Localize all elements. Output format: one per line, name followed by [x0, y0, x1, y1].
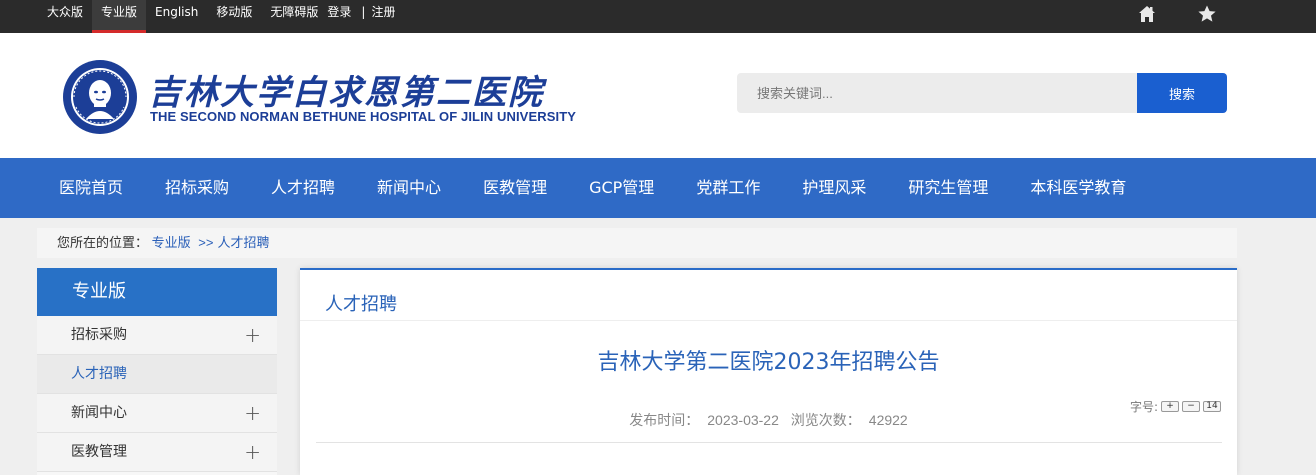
expand-plus-icon[interactable]: +	[244, 433, 261, 472]
top-link-public[interactable]: 大众版	[38, 0, 92, 33]
sidebar-item-procurement[interactable]: 招标采购 +	[37, 316, 277, 355]
meta-divider	[316, 442, 1222, 443]
top-link-english[interactable]: English	[146, 0, 207, 33]
login-separator: |	[361, 5, 366, 19]
nav-item-undergraduate[interactable]: 本科医学教育	[1009, 158, 1147, 218]
login-link[interactable]: 登录	[327, 0, 355, 33]
sidebar-item-label: 人才招聘	[71, 366, 127, 382]
top-link-accessible[interactable]: 无障碍版	[261, 0, 327, 33]
nav-item-recruitment[interactable]: 人才招聘	[250, 158, 356, 218]
nav-item-party[interactable]: 党群工作	[675, 158, 781, 218]
breadcrumb-prefix: 您所在的位置：	[57, 235, 149, 250]
nav-item-home[interactable]: 医院首页	[38, 158, 144, 218]
section-title: 人才招聘	[325, 294, 397, 315]
top-link-mobile[interactable]: 移动版	[207, 0, 261, 33]
article-panel: 人才招聘 吉林大学第二医院2023年招聘公告 字号: + − 14 发布时间： 2…	[300, 268, 1237, 475]
home-icon[interactable]	[1137, 4, 1157, 24]
breadcrumb-recruitment[interactable]: 人才招聘	[217, 235, 269, 250]
article-title: 吉林大学第二医院2023年招聘公告	[597, 350, 940, 375]
main-nav: 医院首页 招标采购 人才招聘 新闻中心 医教管理 GCP管理 党群工作 护理风采…	[0, 158, 1316, 218]
nav-item-nursing[interactable]: 护理风采	[781, 158, 887, 218]
sidebar-item-label: 新闻中心	[71, 405, 127, 421]
publish-date: 2023-03-22	[707, 412, 779, 428]
hospital-logo[interactable]: 吉林大学白求恩第二医院 THE SECOND NORMAN BETHUNE HO…	[60, 57, 576, 139]
breadcrumb: 您所在的位置： 专业版 >> 人才招聘	[37, 228, 1237, 258]
top-bar: 大众版 专业版 English 移动版 无障碍版 登录 | 注册	[0, 0, 1316, 33]
sidebar-item-medical-education[interactable]: 医教管理 +	[37, 433, 277, 472]
breadcrumb-professional[interactable]: 专业版	[152, 235, 191, 250]
section-divider	[300, 320, 1237, 321]
logo-chinese-name: 吉林大学白求恩第二医院	[148, 73, 544, 113]
nav-item-graduate[interactable]: 研究生管理	[887, 158, 1009, 218]
top-links: 大众版 专业版 English 移动版 无障碍版 登录 | 注册	[38, 0, 395, 33]
register-link[interactable]: 注册	[371, 0, 395, 33]
expand-plus-icon[interactable]: +	[244, 394, 261, 433]
breadcrumb-separator: >>	[198, 235, 214, 250]
site-header: 吉林大学白求恩第二医院 THE SECOND NORMAN BETHUNE HO…	[0, 33, 1316, 158]
search-input[interactable]	[737, 73, 1137, 113]
hospital-emblem-icon	[63, 60, 137, 134]
nav-item-medical-education[interactable]: 医教管理	[462, 158, 568, 218]
logo-english-name: THE SECOND NORMAN BETHUNE HOSPITAL OF JI…	[150, 109, 577, 124]
sidebar-item-recruitment[interactable]: 人才招聘	[37, 355, 277, 394]
sidebar-item-label: 招标采购	[71, 327, 127, 343]
search-button[interactable]: 搜索	[1137, 73, 1227, 113]
expand-plus-icon[interactable]: +	[244, 316, 261, 355]
nav-item-procurement[interactable]: 招标采购	[144, 158, 250, 218]
sidebar-item-news[interactable]: 新闻中心 +	[37, 394, 277, 433]
nav-item-gcp[interactable]: GCP管理	[568, 158, 675, 218]
views-count: 42922	[868, 412, 908, 428]
sidebar-title: 专业版	[37, 268, 277, 316]
views-label: 浏览次数：	[790, 412, 861, 428]
top-link-professional[interactable]: 专业版	[92, 0, 147, 33]
publish-label: 发布时间：	[629, 412, 700, 428]
sidebar-item-label: 医教管理	[71, 444, 127, 460]
article-meta: 发布时间： 2023-03-22 浏览次数： 42922	[300, 410, 1237, 430]
nav-item-news[interactable]: 新闻中心	[356, 158, 462, 218]
star-icon[interactable]	[1197, 4, 1217, 24]
sidebar: 专业版 招标采购 + 人才招聘 新闻中心 + 医教管理 +	[37, 268, 277, 475]
